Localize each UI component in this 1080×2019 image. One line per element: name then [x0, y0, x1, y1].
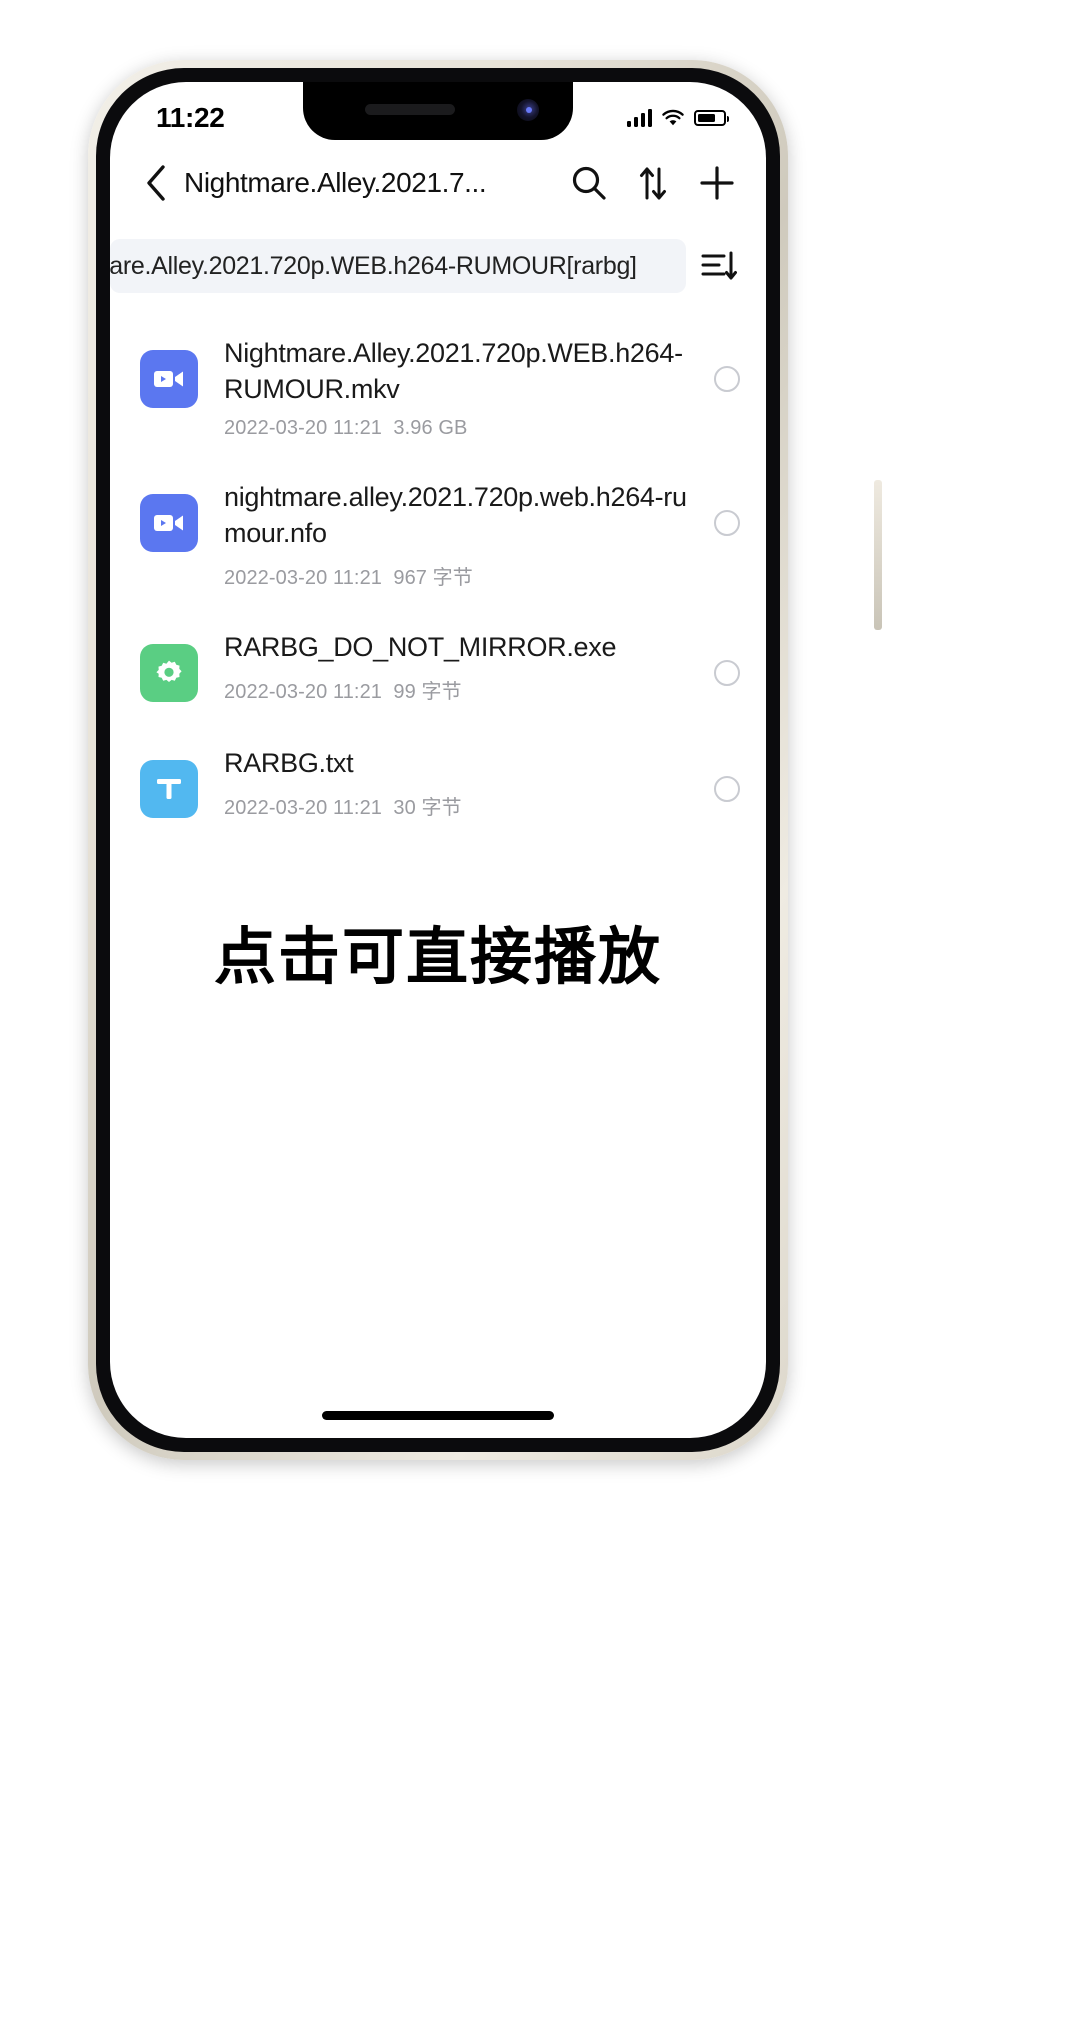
search-icon — [572, 166, 606, 200]
tap-to-play-banner: 点击可直接播放 — [213, 919, 662, 993]
select-checkbox[interactable] — [714, 775, 740, 802]
file-meta: 2022-03-20 11:21 30 字节 — [224, 791, 700, 820]
file-date: 2022-03-20 11:21 — [224, 566, 383, 589]
path-text: nightmare.Alley.2021.720p.WEB.h264-RUMOU… — [110, 251, 637, 280]
sort-arrows-icon — [640, 167, 666, 200]
video-file-icon — [140, 493, 198, 552]
table-row[interactable]: RARBG_DO_NOT_MIRROR.exe 2022-03-20 11:21… — [110, 608, 766, 724]
file-list: Nightmare.Alley.2021.720p.WEB.h264-RUMOU… — [110, 314, 766, 1438]
file-meta: 2022-03-20 11:21 99 字节 — [224, 675, 700, 704]
phone-frame: 11:22 Nightmare.Alley.2021.7... are.Alle… — [88, 60, 882, 1460]
plus-icon — [700, 166, 734, 200]
phone-screen: 11:22 Nightmare.Alley.2021.7... are.Alle… — [110, 82, 766, 1438]
select-checkbox[interactable] — [714, 366, 740, 392]
file-size: 99 字节 — [393, 680, 462, 703]
table-row[interactable]: RARBG.txt 2022-03-20 11:21 30 字节 — [110, 724, 766, 840]
cellular-signal-icon — [626, 109, 652, 127]
file-date: 2022-03-20 11:21 — [224, 796, 383, 819]
file-size: 30 字节 — [393, 796, 462, 819]
front-camera-icon — [517, 99, 539, 121]
chevron-left-icon — [147, 165, 165, 201]
power-button[interactable] — [874, 480, 882, 630]
phone-bezel: 11:22 Nightmare.Alley.2021.7... are.Alle… — [96, 68, 780, 1452]
file-name: nightmare.alley.2021.720p.web.h264-rumou… — [224, 481, 687, 548]
file-size: 3.96 GB — [393, 416, 468, 439]
video-file-icon — [140, 350, 198, 408]
wifi-icon — [661, 109, 685, 127]
file-meta: 2022-03-20 11:21 3.96 GB — [224, 417, 700, 440]
gear-file-icon — [140, 643, 198, 702]
path-bar: nightmare.Alley.2021.720p.WEB.h264-RUMOU… — [110, 222, 766, 310]
home-indicator[interactable] — [322, 1411, 554, 1420]
file-info: RARBG.txt 2022-03-20 11:21 30 字节 — [224, 742, 700, 820]
file-name: RARBG_DO_NOT_MIRROR.exe — [224, 631, 617, 662]
file-info: Nightmare.Alley.2021.720p.WEB.h264-RUMOU… — [224, 332, 700, 440]
list-sort-button[interactable] — [686, 239, 750, 293]
file-name: RARBG.txt — [224, 747, 354, 778]
back-button[interactable] — [132, 159, 180, 207]
battery-icon — [694, 110, 729, 126]
table-row[interactable]: nightmare.alley.2021.720p.web.h264-rumou… — [110, 458, 766, 608]
status-time: 11:22 — [156, 102, 225, 133]
earpiece-speaker — [365, 104, 455, 115]
nav-actions — [566, 160, 740, 206]
page-title: Nightmare.Alley.2021.7... — [184, 167, 487, 198]
file-info: nightmare.alley.2021.720p.web.h264-rumou… — [224, 476, 700, 590]
text-file-icon — [140, 759, 198, 818]
select-checkbox[interactable] — [714, 509, 740, 536]
path-breadcrumb[interactable]: nightmare.Alley.2021.720p.WEB.h264-RUMOU… — [110, 239, 686, 293]
notch — [303, 82, 573, 140]
table-row[interactable]: Nightmare.Alley.2021.720p.WEB.h264-RUMOU… — [110, 314, 766, 458]
search-button[interactable] — [566, 160, 612, 206]
file-date: 2022-03-20 11:21 — [224, 680, 383, 703]
sort-button[interactable] — [630, 160, 676, 206]
navigation-bar: Nightmare.Alley.2021.7... — [110, 144, 766, 222]
add-button[interactable] — [694, 160, 740, 206]
status-indicators — [626, 109, 729, 127]
select-checkbox[interactable] — [714, 659, 740, 686]
list-sort-icon — [701, 251, 737, 280]
file-info: RARBG_DO_NOT_MIRROR.exe 2022-03-20 11:21… — [224, 626, 700, 704]
screenshot-stage: 11:22 Nightmare.Alley.2021.7... are.Alle… — [0, 0, 1080, 2019]
file-size: 967 字节 — [393, 566, 473, 589]
file-name: Nightmare.Alley.2021.720p.WEB.h264-RUMOU… — [224, 338, 683, 404]
file-date: 2022-03-20 11:21 — [224, 416, 383, 439]
file-meta: 2022-03-20 11:21 967 字节 — [224, 561, 700, 590]
